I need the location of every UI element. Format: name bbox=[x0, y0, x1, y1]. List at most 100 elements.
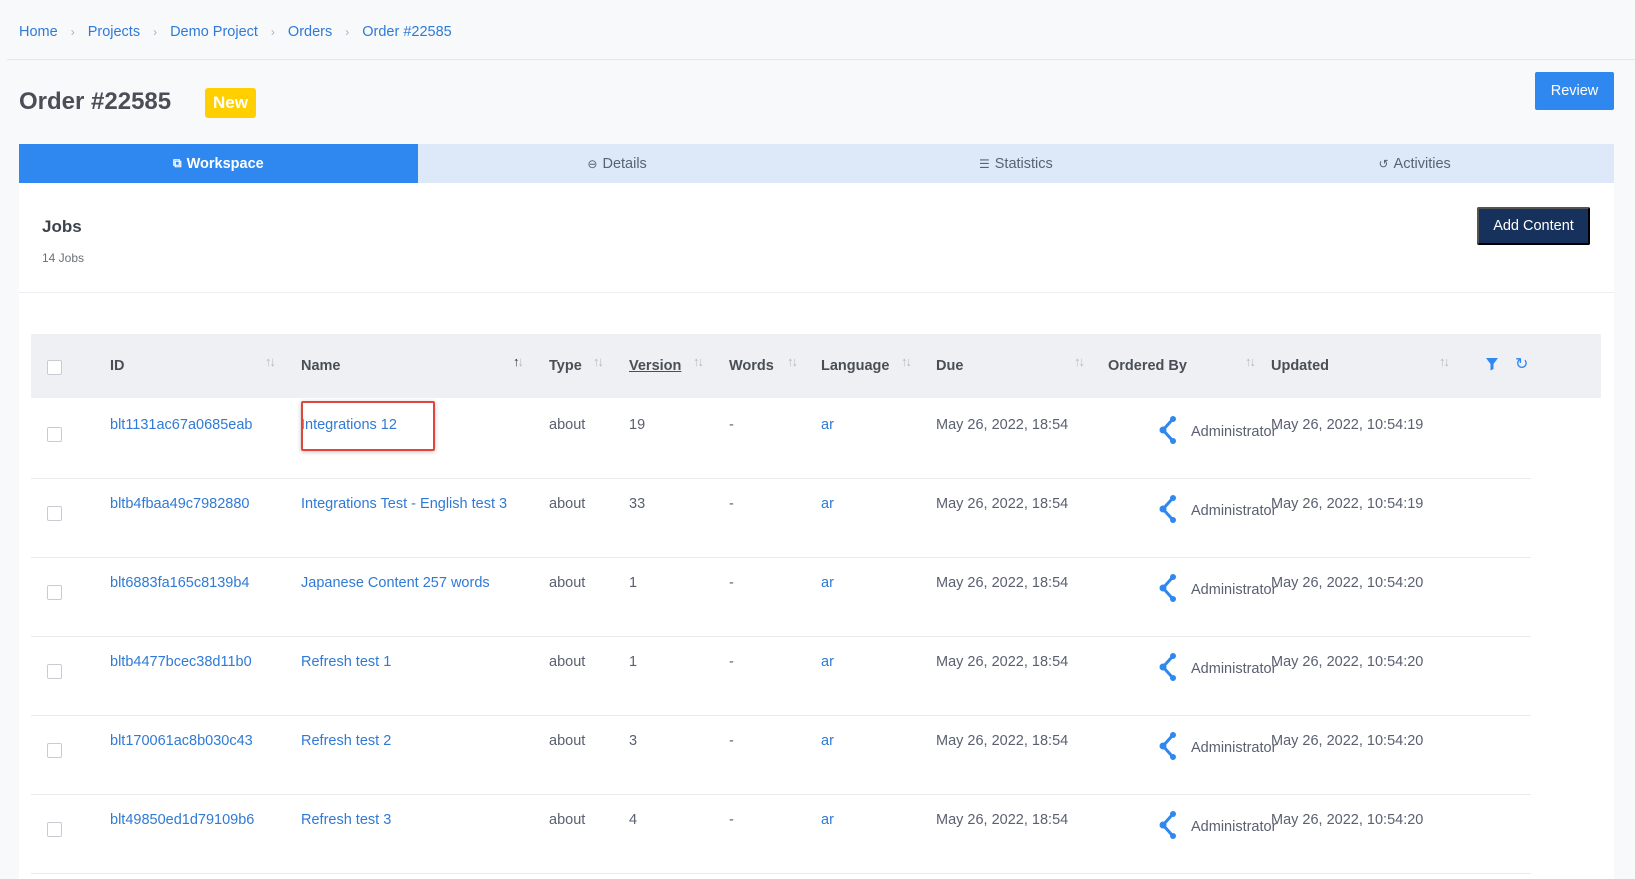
highlight-box bbox=[301, 401, 435, 451]
refresh-icon[interactable]: ↻ bbox=[1515, 354, 1528, 374]
column-header-version[interactable]: Version bbox=[629, 334, 681, 398]
job-words: - bbox=[729, 417, 734, 433]
row-checkbox[interactable] bbox=[47, 664, 62, 679]
column-header-updated[interactable]: Updated bbox=[1271, 334, 1329, 398]
job-name-link[interactable]: Refresh test 3 bbox=[301, 812, 391, 828]
job-name-link[interactable]: Refresh test 1 bbox=[301, 654, 391, 670]
job-type: about bbox=[549, 575, 586, 591]
ordered-by: Administrator bbox=[1157, 731, 1276, 765]
tab-workspace[interactable]: ⧉ Workspace bbox=[19, 144, 418, 183]
row-checkbox[interactable] bbox=[47, 506, 62, 521]
workspace-icon: ⧉ bbox=[173, 156, 182, 170]
tab-label: Activities bbox=[1393, 155, 1451, 172]
column-header-due[interactable]: Due bbox=[936, 334, 963, 398]
job-version: 19 bbox=[629, 417, 646, 433]
column-header-ordered-by[interactable]: Ordered By bbox=[1108, 334, 1187, 398]
ordered-by-name: Administrator bbox=[1191, 740, 1277, 756]
job-id-link[interactable]: blt6883fa165c8139b4 bbox=[110, 575, 250, 591]
job-words: - bbox=[729, 575, 734, 591]
filter-icon[interactable] bbox=[1485, 357, 1499, 376]
table-row[interactable]: blt170061ac8b030c43 Refresh test 2 about 3 -… bbox=[31, 715, 1531, 795]
column-header-name[interactable]: Name bbox=[301, 334, 341, 398]
job-due: May 26, 2022, 18:54 bbox=[936, 417, 1069, 433]
breadcrumb-link[interactable]: Demo Project bbox=[170, 24, 258, 40]
job-id-link[interactable]: blt170061ac8b030c43 bbox=[110, 733, 253, 749]
tab-label: Statistics bbox=[994, 155, 1053, 172]
breadcrumb-link[interactable]: Orders bbox=[288, 24, 332, 40]
sort-icon[interactable]: ↑↓ bbox=[693, 354, 704, 369]
job-words: - bbox=[729, 733, 734, 749]
sort-icon[interactable]: ↑↓ bbox=[513, 354, 524, 369]
tab-statistics[interactable]: ☰ Statistics bbox=[817, 144, 1216, 183]
job-due: May 26, 2022, 18:54 bbox=[936, 496, 1069, 512]
column-header-language[interactable]: Language bbox=[821, 334, 889, 398]
job-updated: May 26, 2022, 10:54:20 bbox=[1271, 575, 1424, 591]
job-words: - bbox=[729, 496, 734, 512]
avatar-icon bbox=[1157, 494, 1191, 528]
job-language-link[interactable]: ar bbox=[821, 417, 834, 433]
job-language-link[interactable]: ar bbox=[821, 733, 834, 749]
breadcrumb-link[interactable]: Projects bbox=[88, 24, 140, 40]
table-row[interactable]: bltb4fbaa49c7982880 Integrations Test - E… bbox=[31, 478, 1531, 558]
job-type: about bbox=[549, 812, 586, 828]
row-checkbox[interactable] bbox=[47, 743, 62, 758]
job-id-link[interactable]: bltb4fbaa49c7982880 bbox=[110, 496, 250, 512]
job-name-link[interactable]: Refresh test 2 bbox=[301, 733, 391, 749]
column-header-id[interactable]: ID bbox=[110, 334, 125, 398]
job-id-link[interactable]: blt49850ed1d79109b6 bbox=[110, 812, 254, 828]
status-badge: New bbox=[205, 88, 256, 118]
sort-icon[interactable]: ↑↓ bbox=[1074, 354, 1085, 369]
ordered-by-name: Administrator bbox=[1191, 424, 1277, 440]
select-all-checkbox[interactable] bbox=[47, 360, 62, 375]
activities-icon: ↺ bbox=[1378, 156, 1389, 171]
table-header: ID ↑↓ Name ↑↓ Type ↑↓ Version ↑↓ Words ↑… bbox=[31, 334, 1601, 398]
table-row[interactable]: blt1131ac67a0685eab Integrations 12 about 1… bbox=[31, 399, 1531, 479]
review-button[interactable]: Review bbox=[1535, 72, 1614, 110]
column-header-type[interactable]: Type bbox=[549, 334, 582, 398]
sort-icon[interactable]: ↑↓ bbox=[787, 354, 798, 369]
ordered-by-name: Administrator bbox=[1191, 503, 1277, 519]
avatar-icon bbox=[1157, 415, 1191, 449]
column-header-words[interactable]: Words bbox=[729, 334, 774, 398]
panel-divider bbox=[19, 292, 1614, 293]
job-name-link[interactable]: Integrations Test - English test 3 bbox=[301, 496, 507, 512]
row-checkbox[interactable] bbox=[47, 585, 62, 600]
sort-icon[interactable]: ↑↓ bbox=[265, 354, 276, 369]
add-content-button[interactable]: Add Content bbox=[1477, 207, 1590, 245]
tab-details[interactable]: ⊖ Details bbox=[418, 144, 817, 183]
breadcrumb-separator-icon: › bbox=[345, 25, 350, 39]
breadcrumb-link[interactable]: Order #22585 bbox=[362, 24, 451, 40]
row-checkbox[interactable] bbox=[47, 427, 62, 442]
job-version: 1 bbox=[629, 575, 638, 591]
tab-label: Details bbox=[602, 155, 647, 172]
job-due: May 26, 2022, 18:54 bbox=[936, 812, 1069, 828]
row-checkbox[interactable] bbox=[47, 822, 62, 837]
avatar-icon bbox=[1157, 810, 1191, 844]
page-title: Order #22585 bbox=[19, 88, 172, 115]
job-language-link[interactable]: ar bbox=[821, 654, 834, 670]
sort-icon[interactable]: ↑↓ bbox=[593, 354, 604, 369]
avatar-icon bbox=[1157, 573, 1191, 607]
sort-icon[interactable]: ↑↓ bbox=[901, 354, 912, 369]
tab-activities[interactable]: ↺ Activities bbox=[1215, 144, 1614, 183]
job-type: about bbox=[549, 654, 586, 670]
job-language-link[interactable]: ar bbox=[821, 496, 834, 512]
breadcrumb-separator-icon: › bbox=[153, 25, 158, 39]
ordered-by-name: Administrator bbox=[1191, 582, 1277, 598]
job-words: - bbox=[729, 654, 734, 670]
job-updated: May 26, 2022, 10:54:20 bbox=[1271, 733, 1424, 749]
table-row[interactable]: bltb4477bcec38d11b0 Refresh test 1 about 1 -… bbox=[31, 636, 1531, 716]
sort-icon[interactable]: ↑↓ bbox=[1245, 354, 1256, 369]
table-row[interactable]: blt49850ed1d79109b6 Refresh test 3 about 4 -… bbox=[31, 794, 1531, 874]
sort-icon[interactable]: ↑↓ bbox=[1439, 354, 1450, 369]
job-version: 4 bbox=[629, 812, 638, 828]
job-words: - bbox=[729, 812, 734, 828]
jobs-title: Jobs bbox=[42, 217, 82, 236]
job-language-link[interactable]: ar bbox=[821, 812, 834, 828]
job-name-link[interactable]: Japanese Content 257 words bbox=[301, 575, 490, 591]
table-row[interactable]: blt6883fa165c8139b4 Japanese Content 257 … bbox=[31, 557, 1531, 637]
breadcrumb-link[interactable]: Home bbox=[19, 24, 58, 40]
job-id-link[interactable]: blt1131ac67a0685eab bbox=[110, 417, 252, 433]
job-id-link[interactable]: bltb4477bcec38d11b0 bbox=[110, 654, 252, 670]
job-language-link[interactable]: ar bbox=[821, 575, 834, 591]
